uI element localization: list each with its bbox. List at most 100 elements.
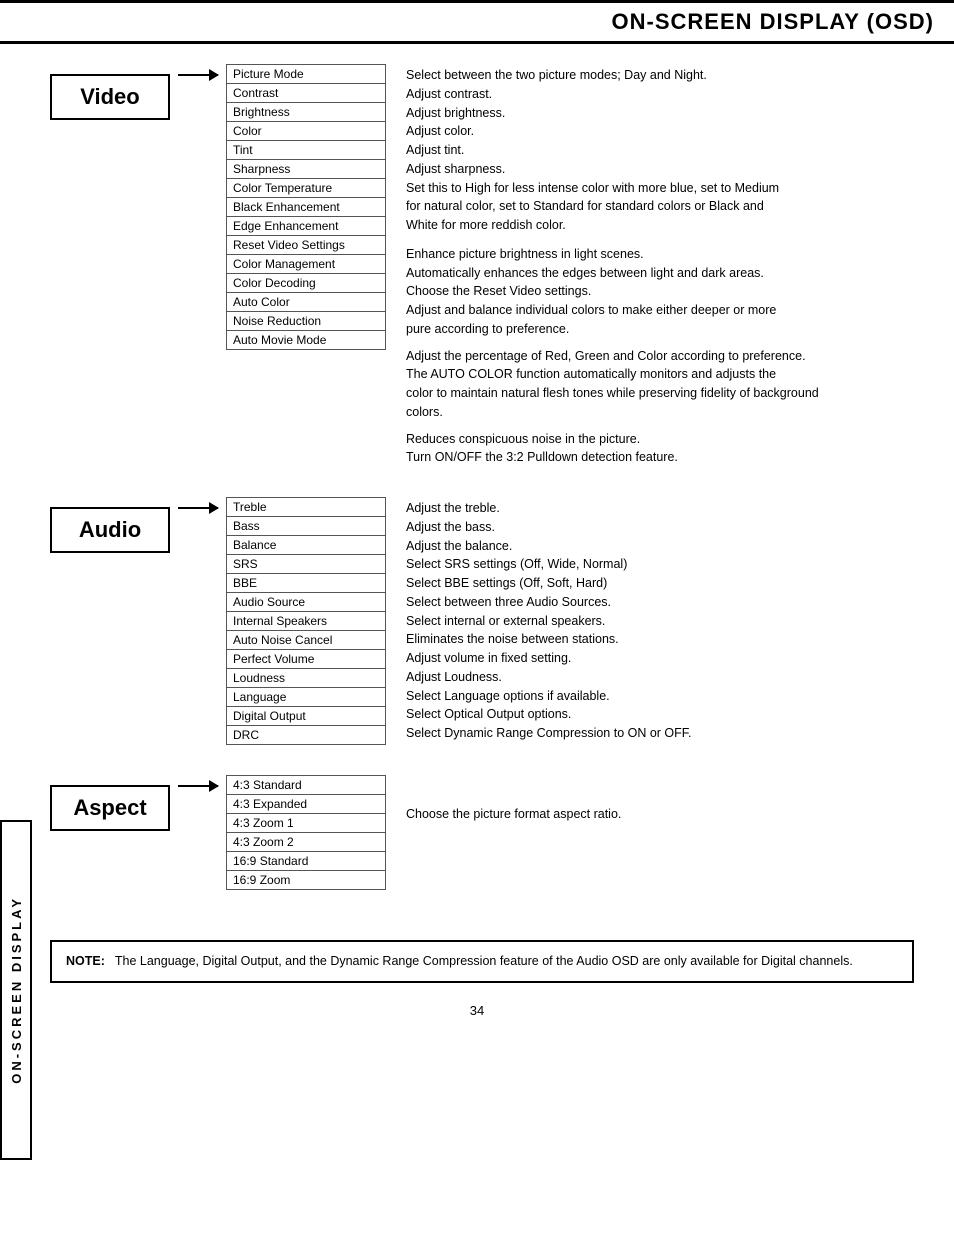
desc-row: Reduces conspicuous noise in the picture… xyxy=(406,430,819,449)
table-row: Color Temperature xyxy=(227,179,386,198)
page-title: ON-SCREEN DISPLAY (OSD) xyxy=(20,9,934,35)
arrow-line xyxy=(178,785,218,787)
table-row: Brightness xyxy=(227,103,386,122)
item-cell: Color xyxy=(227,122,386,141)
aspect-table-desc: 4:3 Standard 4:3 Expanded 4:3 Zoom 1 4:3… xyxy=(226,775,621,890)
item-cell: SRS xyxy=(227,555,386,574)
desc-row: Adjust volume in fixed setting. xyxy=(406,649,692,668)
table-row: SRS xyxy=(227,555,386,574)
aspect-items-table: 4:3 Standard 4:3 Expanded 4:3 Zoom 1 4:3… xyxy=(226,775,386,890)
table-row: 4:3 Zoom 2 xyxy=(227,833,386,852)
item-cell: Audio Source xyxy=(227,593,386,612)
desc-row: Adjust the percentage of Red, Green and … xyxy=(406,347,819,366)
desc-row: Adjust brightness. xyxy=(406,104,819,123)
audio-descriptions: Adjust the treble. Adjust the bass. Adju… xyxy=(406,499,692,743)
video-section: Video Picture Mode Contrast Brightness C… xyxy=(50,64,914,467)
item-cell: Balance xyxy=(227,536,386,555)
table-row: Color xyxy=(227,122,386,141)
table-row: Auto Color xyxy=(227,293,386,312)
audio-arrow xyxy=(178,507,218,509)
item-cell: Perfect Volume xyxy=(227,650,386,669)
audio-items-table: Treble Bass Balance SRS BBE Audio Source… xyxy=(226,497,386,745)
table-row: Picture Mode xyxy=(227,65,386,84)
item-cell: 4:3 Zoom 2 xyxy=(227,833,386,852)
item-cell: Treble xyxy=(227,498,386,517)
table-row: Digital Output xyxy=(227,707,386,726)
desc-row: Adjust sharpness. xyxy=(406,160,819,179)
arrow-line xyxy=(178,74,218,76)
item-cell: Brightness xyxy=(227,103,386,122)
desc-row: Choose the Reset Video settings. xyxy=(406,282,819,301)
desc-row: Eliminates the noise between stations. xyxy=(406,630,692,649)
video-label: Video xyxy=(50,74,170,120)
item-cell: Reset Video Settings xyxy=(227,236,386,255)
table-row: Sharpness xyxy=(227,160,386,179)
table-row: Noise Reduction xyxy=(227,312,386,331)
video-items-table: Picture Mode Contrast Brightness Color T… xyxy=(226,64,386,350)
table-row: Treble xyxy=(227,498,386,517)
aspect-arrow xyxy=(178,785,218,787)
table-row: Edge Enhancement xyxy=(227,217,386,236)
item-cell: Loudness xyxy=(227,669,386,688)
table-row: Audio Source xyxy=(227,593,386,612)
desc-row: Select between the two picture modes; Da… xyxy=(406,66,819,85)
desc-row: Choose the picture format aspect ratio. xyxy=(406,805,621,824)
desc-row: Adjust the balance. xyxy=(406,537,692,556)
table-row: 4:3 Expanded xyxy=(227,795,386,814)
aspect-section: Aspect 4:3 Standard 4:3 Expanded 4:3 Zoo… xyxy=(50,775,914,890)
audio-label: Audio xyxy=(50,507,170,553)
item-cell: 4:3 Expanded xyxy=(227,795,386,814)
item-cell: Color Decoding xyxy=(227,274,386,293)
desc-row: Select internal or external speakers. xyxy=(406,612,692,631)
aspect-descriptions: Choose the picture format aspect ratio. xyxy=(406,777,621,824)
audio-table-desc: Treble Bass Balance SRS BBE Audio Source… xyxy=(226,497,692,745)
sidebar-text: ON-SCREEN DISPLAY xyxy=(9,896,24,1084)
table-row: BBE xyxy=(227,574,386,593)
item-cell: Language xyxy=(227,688,386,707)
desc-row: The AUTO COLOR function automatically mo… xyxy=(406,365,819,421)
table-row: Auto Noise Cancel xyxy=(227,631,386,650)
table-row: 4:3 Standard xyxy=(227,776,386,795)
table-row: Perfect Volume xyxy=(227,650,386,669)
desc-row: Select Language options if available. xyxy=(406,687,692,706)
table-row: Tint xyxy=(227,141,386,160)
table-row: Bass xyxy=(227,517,386,536)
item-cell: Noise Reduction xyxy=(227,312,386,331)
page-header: ON-SCREEN DISPLAY (OSD) xyxy=(0,0,954,44)
desc-row: Select Dynamic Range Compression to ON o… xyxy=(406,724,692,743)
video-table-desc: Picture Mode Contrast Brightness Color T… xyxy=(226,64,819,467)
desc-row: Select between three Audio Sources. xyxy=(406,593,692,612)
item-cell: Digital Output xyxy=(227,707,386,726)
arrow-line xyxy=(178,507,218,509)
item-cell: Auto Color xyxy=(227,293,386,312)
desc-row: Enhance picture brightness in light scen… xyxy=(406,245,819,264)
table-row: Auto Movie Mode xyxy=(227,331,386,350)
table-row: DRC xyxy=(227,726,386,745)
item-cell: BBE xyxy=(227,574,386,593)
item-cell: Auto Noise Cancel xyxy=(227,631,386,650)
table-row: 16:9 Standard xyxy=(227,852,386,871)
desc-row: Adjust contrast. xyxy=(406,85,819,104)
table-row: Contrast xyxy=(227,84,386,103)
video-descriptions: Select between the two picture modes; Da… xyxy=(406,66,819,467)
note-text: The Language, Digital Output, and the Dy… xyxy=(115,952,853,971)
item-cell: Color Temperature xyxy=(227,179,386,198)
item-cell: Color Management xyxy=(227,255,386,274)
item-cell: Black Enhancement xyxy=(227,198,386,217)
item-cell: DRC xyxy=(227,726,386,745)
item-cell: Edge Enhancement xyxy=(227,217,386,236)
table-row: Color Management xyxy=(227,255,386,274)
item-cell: 16:9 Zoom xyxy=(227,871,386,890)
table-row: Black Enhancement xyxy=(227,198,386,217)
desc-row: Set this to High for less intense color … xyxy=(406,179,819,235)
table-row: 16:9 Zoom xyxy=(227,871,386,890)
item-cell: Tint xyxy=(227,141,386,160)
desc-row: Turn ON/OFF the 3:2 Pulldown detection f… xyxy=(406,448,819,467)
desc-row: Adjust the treble. xyxy=(406,499,692,518)
desc-row: Automatically enhances the edges between… xyxy=(406,264,819,283)
aspect-label: Aspect xyxy=(50,785,170,831)
desc-row: Adjust and balance individual colors to … xyxy=(406,301,819,339)
table-row: Internal Speakers xyxy=(227,612,386,631)
video-arrow xyxy=(178,74,218,76)
item-cell: Contrast xyxy=(227,84,386,103)
